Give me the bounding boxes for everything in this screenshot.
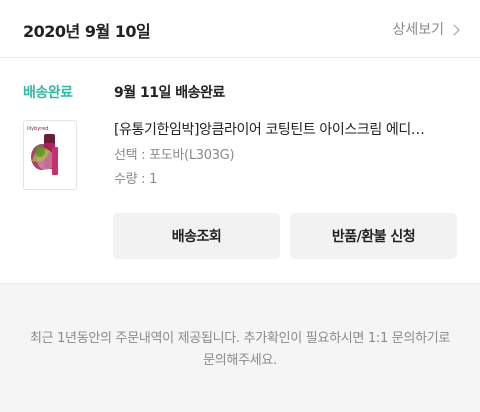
- delivery-status-row: 배송완료 9월 11일 배송완료: [0, 80, 480, 106]
- order-date: 2020년 9월 10일: [23, 22, 151, 41]
- product-quantity: 수량 : 1: [114, 172, 158, 187]
- thumbnail-brand: lilybyred: [27, 126, 48, 132]
- product-image: lilybyred: [24, 121, 76, 189]
- return-refund-button[interactable]: 반품/환불 신청: [290, 213, 457, 259]
- delivery-status-label: 배송완료: [23, 85, 73, 101]
- order-history-notice: 최근 1년동안의 주문내역이 제공됩니다. 추가확인이 필요하시면 1:1 문의…: [29, 331, 451, 368]
- view-details-label: 상세보기: [392, 22, 444, 38]
- product-info: [유통기한임박]앙큼라이어 코팅틴트 아이스크림 에디… 선택 : 포도바(L3…: [114, 120, 464, 190]
- product-name[interactable]: [유통기한임박]앙큼라이어 코팅틴트 아이스크림 에디…: [114, 120, 464, 140]
- product-option: 선택 : 포도바(L303G): [114, 148, 235, 163]
- product-thumbnail[interactable]: lilybyred: [23, 120, 77, 190]
- chevron-right-icon: [448, 23, 460, 36]
- delivery-status-text: 9월 11일 배송완료: [114, 85, 225, 101]
- track-delivery-button[interactable]: 배송조회: [113, 213, 280, 259]
- footer-notice-area: 최근 1년동안의 주문내역이 제공됩니다. 추가확인이 필요하시면 1:1 문의…: [0, 283, 480, 412]
- view-details-link[interactable]: 상세보기: [392, 19, 460, 39]
- order-header: 2020년 9월 10일 상세보기: [0, 0, 480, 58]
